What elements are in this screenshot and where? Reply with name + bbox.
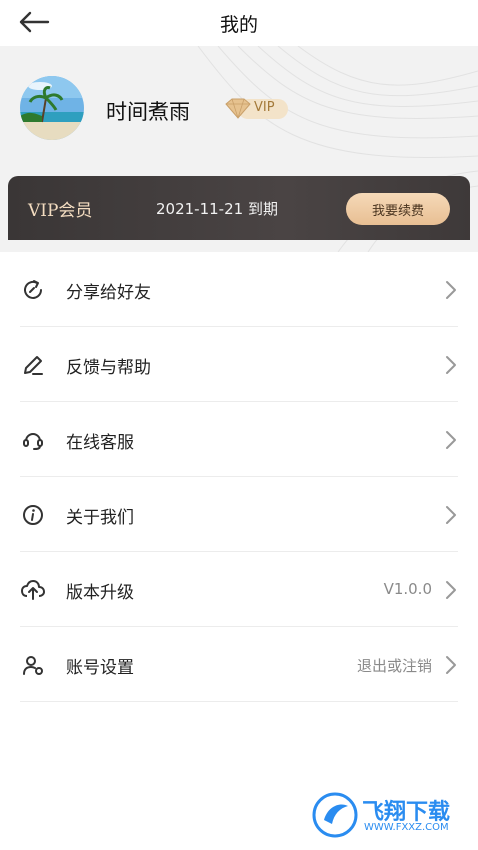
info-icon [20,503,46,527]
menu-item-customer-service[interactable]: 在线客服 [20,402,458,477]
chevron-right-icon [446,431,456,449]
watermark-logo-icon [312,792,358,838]
menu-item-label: 账号设置 [66,658,134,678]
username: 时间煮雨 [106,100,190,124]
menu-item-label: 版本升级 [66,583,134,603]
vip-membership-card: VIP会员 2021-11-21 到期 我要续费 [8,176,470,240]
watermark-url: WWW.FXXZ.COM [364,822,449,833]
menu-item-label: 在线客服 [66,433,134,453]
settings-menu: 分享给好友 反馈与帮助 在线客服 关于我们 版本升级 V1.0.0 账号设置 退… [0,252,478,702]
menu-item-version[interactable]: 版本升级 V1.0.0 [20,552,458,627]
menu-item-share[interactable]: 分享给好友 [20,252,458,327]
headset-icon [20,428,46,452]
avatar-image [20,76,84,140]
watermark: 飞翔下载 WWW.FXXZ.COM [312,792,468,840]
menu-item-feedback[interactable]: 反馈与帮助 [20,327,458,402]
vip-badge: VIP [222,96,290,122]
chevron-right-icon [446,656,456,674]
menu-item-label: 关于我们 [66,508,134,528]
vip-expiry-date: 2021-11-21 到期 [156,200,278,218]
menu-item-about[interactable]: 关于我们 [20,477,458,552]
chevron-right-icon [446,506,456,524]
chevron-right-icon [446,281,456,299]
cloud-upload-icon [20,578,46,602]
menu-item-label: 反馈与帮助 [66,358,151,378]
avatar[interactable] [20,76,84,140]
menu-item-label: 分享给好友 [66,283,151,303]
page-title: 我的 [219,14,258,36]
pencil-icon [20,353,46,377]
top-bar: 我的 [0,0,478,46]
menu-item-account-settings[interactable]: 账号设置 退出或注销 [20,627,458,702]
chevron-right-icon [446,581,456,599]
chevron-right-icon [446,356,456,374]
renew-button[interactable]: 我要续费 [346,193,450,225]
logout-or-cancel-value: 退出或注销 [356,657,432,675]
version-value: V1.0.0 [383,580,432,598]
user-icon [20,653,46,677]
vip-badge-label: VIP [254,100,275,115]
share-icon [20,278,46,302]
vip-title: VIP会员 [28,201,93,221]
